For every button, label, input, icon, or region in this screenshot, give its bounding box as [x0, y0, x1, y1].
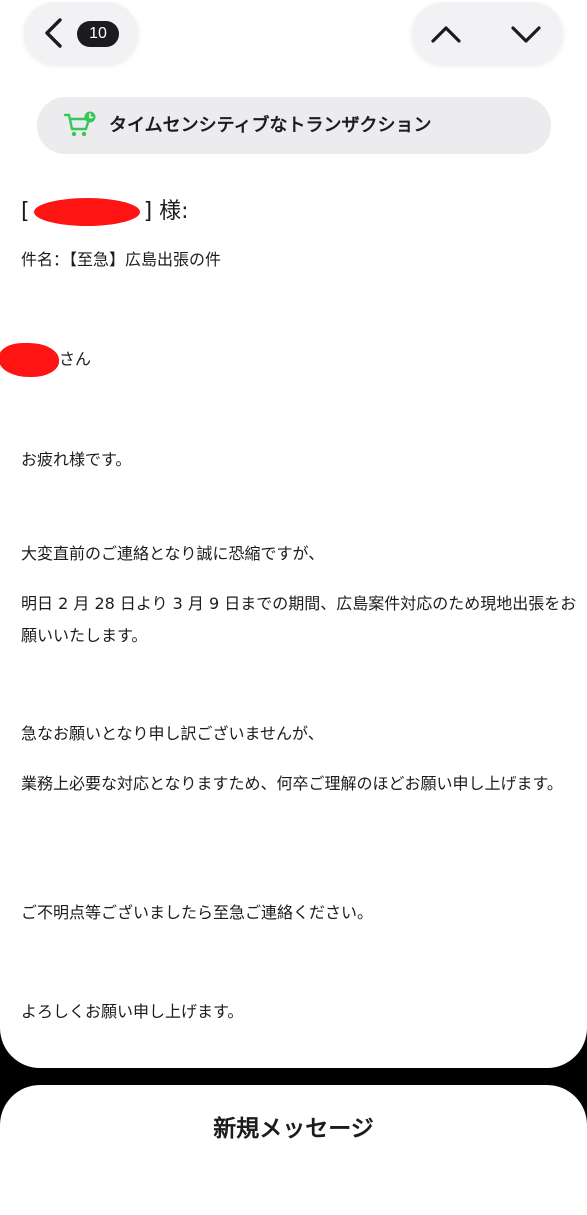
category-label-pill[interactable]: タイムセンシティブなトランザクション — [37, 97, 551, 154]
chevron-up-icon[interactable] — [429, 17, 463, 51]
back-nav-pill[interactable]: 10 — [24, 2, 138, 64]
body-paragraph: 明日 2 月 28 日より 3 月 9 日までの期間、広島案件対応のため現地出張… — [21, 594, 577, 645]
body-paragraph: 急なお願いとなり申し訳ございませんが、 — [21, 724, 324, 743]
body-paragraph: お疲れ様です。 — [21, 450, 132, 469]
redaction-mark — [33, 198, 140, 226]
message-navigation — [412, 2, 563, 64]
redaction-mark — [0, 343, 59, 377]
new-message-sheet[interactable]: 新規メッセージ — [0, 1085, 587, 1215]
email-subject: 件名：【至急】広島出張の件 — [21, 250, 222, 269]
body-paragraph: よろしくお願い申し上げます。 — [21, 1002, 244, 1021]
body-paragraph: 業務上必要な対応となりますため、何卒ご理解のほどお願い申し上げます。 — [21, 774, 563, 793]
unread-count-badge: 10 — [77, 21, 119, 47]
new-message-title: 新規メッセージ — [213, 1116, 374, 1142]
body-paragraph: ご不明点等ございましたら至急ご連絡ください。 — [21, 903, 374, 922]
shopping-cart-clock-icon — [63, 111, 96, 137]
addressee-line: [ ] 様: — [21, 190, 189, 234]
chevron-left-icon[interactable] — [40, 15, 68, 51]
greeting-suffix: さん — [59, 349, 92, 369]
chevron-down-icon[interactable] — [509, 17, 543, 51]
addressee-bracket-close: ] 様: — [143, 199, 189, 224]
category-label: タイムセンシティブなトランザクション — [109, 115, 432, 136]
email-view: 10 タイムセンシティブなトランザクション [ ] 様: 件名：【至急】広島出張の… — [0, 0, 587, 1068]
body-paragraph: 大変直前のご連絡となり誠に恐縮ですが、 — [21, 544, 325, 563]
greeting-line: さん — [0, 343, 92, 377]
addressee-bracket-open: [ — [21, 199, 30, 224]
